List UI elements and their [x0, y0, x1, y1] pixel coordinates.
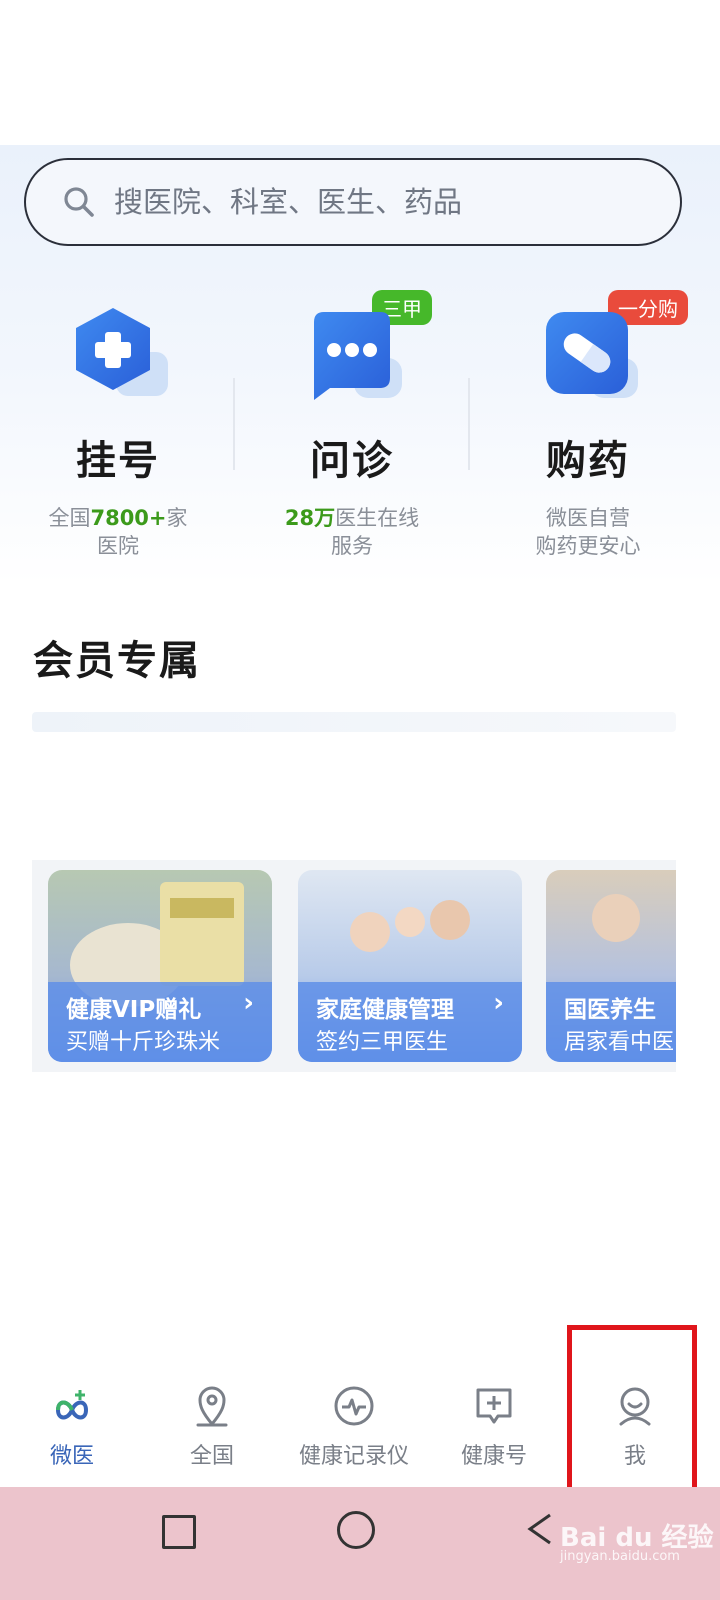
location-pin-icon [196, 1386, 228, 1427]
service-subtitle: 28万医生在线 服务 [284, 506, 420, 558]
search-icon [64, 187, 94, 217]
chat-bubble-icon [314, 312, 402, 400]
watermark-url: jingyan.baidu.com [560, 1549, 680, 1564]
member-banner-placeholder [32, 712, 676, 732]
tab-label: 全国 [189, 1444, 234, 1469]
service-register[interactable]: 挂号 全国7800+家 医院 [8, 290, 228, 570]
search-input[interactable] [112, 184, 636, 220]
card-title: 国医养生 [564, 997, 656, 1023]
health-post-icon [476, 1388, 512, 1424]
tab-label: 健康号 [460, 1444, 527, 1469]
member-card-tcm[interactable]: 国医养生 居家看中医 [546, 870, 676, 1062]
member-cards-strip[interactable]: 健康VIP赠礼 › 买赠十斤珍珠米 家庭健康管理 › 签约三甲医生 国医养生 居… [32, 860, 676, 1072]
card-subtitle: 居家看中医 [564, 1030, 675, 1055]
card-subtitle: 买赠十斤珍珠米 [66, 1030, 221, 1055]
card-subtitle: 签约三甲医生 [316, 1030, 449, 1055]
service-title: 购药 [546, 438, 630, 484]
hospital-plus-icon [76, 308, 168, 396]
heartbeat-icon [334, 1386, 374, 1426]
system-navigation-bar: Bai du 经验 jingyan.baidu.com [0, 1487, 720, 1600]
chevron-right-icon: › [243, 988, 254, 1018]
tab-label: 微医 [49, 1444, 94, 1469]
tab-national[interactable]: 全国 [140, 1370, 284, 1485]
tab-weiyi[interactable]: 微医 [0, 1370, 144, 1485]
home-button[interactable] [337, 1511, 375, 1549]
service-subtitle: 微医自营 购药更安心 [535, 506, 641, 558]
tab-health-post[interactable]: 健康号 [422, 1370, 566, 1485]
service-subtitle: 全国7800+家 医院 [48, 506, 188, 558]
tab-health-recorder[interactable]: 健康记录仪 [282, 1370, 426, 1485]
chevron-right-icon: › [493, 988, 504, 1018]
member-card-family-health[interactable]: 家庭健康管理 › 签约三甲医生 [298, 870, 522, 1062]
divider [468, 378, 470, 470]
search-bar[interactable] [24, 158, 682, 246]
service-title: 挂号 [76, 438, 160, 484]
recents-button[interactable] [162, 1515, 196, 1549]
card-title: 家庭健康管理 [316, 997, 454, 1023]
back-button[interactable] [520, 1509, 560, 1549]
section-title: 会员专属 [33, 638, 201, 684]
service-pharmacy[interactable]: 一分购 购药 微医自营 购药更安心 [478, 290, 698, 570]
card-title: 健康VIP赠礼 [66, 997, 202, 1023]
weiyi-logo-icon [55, 1390, 89, 1420]
member-card-vip-gift[interactable]: 健康VIP赠礼 › 买赠十斤珍珠米 [48, 870, 272, 1062]
divider [233, 378, 235, 470]
service-consult[interactable]: 三甲 问诊 28万医生在线 服务 [242, 290, 462, 570]
tab-label: 健康记录仪 [298, 1444, 409, 1469]
service-title: 问诊 [310, 438, 394, 484]
pill-icon [546, 312, 638, 398]
